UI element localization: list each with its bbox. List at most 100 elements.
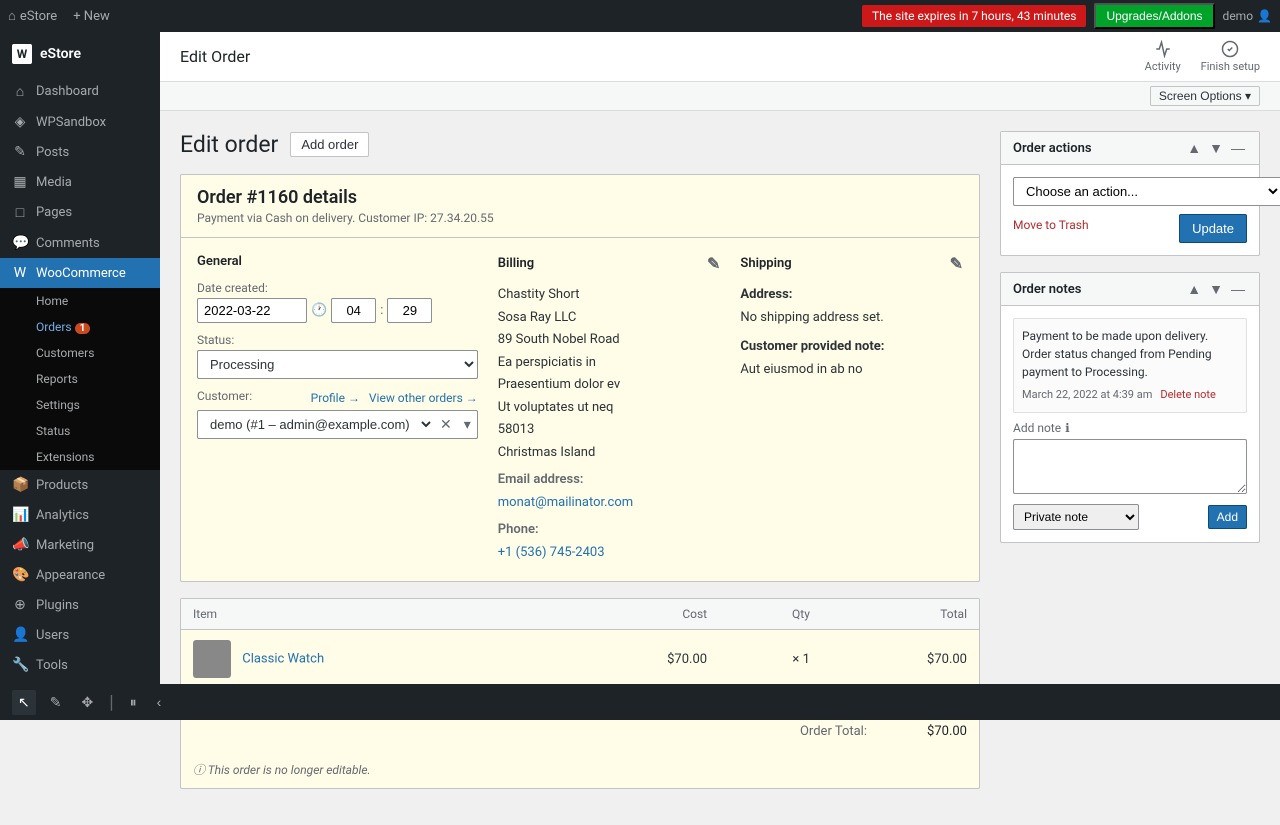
time-separator: : — [380, 303, 383, 318]
order-actions-panel-body: Choose an action... Email invoice / orde… — [1001, 165, 1259, 255]
sidebar-subitem-customers[interactable]: Customers — [0, 340, 160, 366]
action-select[interactable]: Choose an action... Email invoice / orde… — [1013, 177, 1280, 206]
admin-bar-new[interactable]: + New — [73, 9, 110, 24]
item-name-link[interactable]: Classic Watch — [242, 651, 324, 666]
sidebar-label-woocommerce: WooCommerce — [36, 266, 126, 281]
move-to-trash-link[interactable]: Move to Trash — [1013, 218, 1089, 232]
panel-collapse-down-btn[interactable]: ▼ — [1207, 140, 1225, 156]
update-button[interactable]: Update — [1179, 214, 1247, 243]
sidebar-subitem-home[interactable]: Home — [0, 288, 160, 314]
sidebar-subitem-settings[interactable]: Settings — [0, 392, 160, 418]
billing-email[interactable]: monat@mailinator.com — [498, 495, 633, 510]
sidebar-subitem-status[interactable]: Status — [0, 418, 160, 444]
plugins-icon: ⊕ — [12, 597, 28, 613]
info-icon: ⓘ — [193, 763, 205, 777]
billing-info: Chastity Short Sosa Ray LLC 89 South Nob… — [498, 285, 721, 562]
sidebar-item-analytics[interactable]: 📊 Analytics — [0, 500, 160, 530]
date-row: 🕐 : — [197, 298, 478, 323]
date-field-group: Date created: 🕐 : — [197, 281, 478, 323]
note-type-select[interactable]: Private note Note to customer — [1013, 504, 1139, 530]
home-icon: ⌂ — [8, 8, 16, 24]
sidebar-label-marketing: Marketing — [36, 538, 94, 553]
note-textarea[interactable] — [1013, 439, 1247, 494]
sidebar-item-media[interactable]: ▦ Media — [0, 167, 160, 197]
status-select[interactable]: Pending payment Processing On hold Compl… — [197, 350, 478, 379]
sidebar-subitem-extensions[interactable]: Extensions — [0, 444, 160, 470]
customer-select[interactable]: demo (#1 – admin@example.com) — [198, 411, 434, 438]
sidebar-item-plugins[interactable]: ⊕ Plugins — [0, 590, 160, 620]
table-row: Classic Watch $70.00 × 1 $70.00 — [181, 630, 979, 689]
minute-input[interactable] — [387, 298, 432, 323]
shipping-edit-icon[interactable]: ✎ — [950, 254, 963, 273]
activity-button[interactable]: Activity — [1145, 40, 1181, 73]
delete-note-link[interactable]: Delete note — [1160, 387, 1216, 404]
sidebar-item-appearance[interactable]: 🎨 Appearance — [0, 560, 160, 590]
toolbar-edit-button[interactable]: ✎ — [44, 690, 68, 715]
woocommerce-submenu: Home Orders 1 Customers Reports Settings… — [0, 288, 160, 470]
add-note-button[interactable]: Add — [1208, 505, 1247, 529]
sidebar-item-woocommerce[interactable]: W WooCommerce — [0, 258, 160, 288]
order-columns: General Date created: 🕐 : — [181, 238, 979, 581]
item-cell: Classic Watch — [181, 630, 562, 689]
sidebar-logo[interactable]: W eStore — [0, 32, 160, 72]
billing-address3: Praesentium dolor ev — [498, 375, 721, 395]
sidebar-item-pages[interactable]: □ Pages — [0, 197, 160, 228]
add-note-label: Add note ℹ — [1013, 421, 1247, 435]
notes-panel-up-btn[interactable]: ▲ — [1185, 281, 1203, 297]
view-orders-link[interactable]: View other orders → — [369, 391, 478, 405]
sidebar-item-dashboard[interactable]: ⌂ Dashboard — [0, 76, 160, 107]
remove-customer-button[interactable]: ✕ — [434, 412, 458, 437]
note-meta: March 22, 2022 at 4:39 am Delete note — [1022, 387, 1238, 404]
page-header-title: Edit Order — [180, 47, 250, 66]
note-text: Payment to be made upon delivery. Order … — [1022, 327, 1238, 381]
sidebar-item-marketing[interactable]: 📣 Marketing — [0, 530, 160, 560]
billing-edit-icon[interactable]: ✎ — [707, 254, 720, 273]
customer-dropdown-btn[interactable]: ▾ — [458, 412, 477, 437]
notes-panel-down-btn[interactable]: ▼ — [1207, 281, 1225, 297]
toolbar-pointer-button[interactable]: ↖ — [12, 690, 36, 715]
sidebar: W eStore ⌂ Dashboard ◈ WPSandbox ✎ Posts… — [0, 32, 160, 720]
sidebar-subitem-reports[interactable]: Reports — [0, 366, 160, 392]
toolbar-pause-button[interactable]: ⏸ — [124, 690, 143, 715]
date-input[interactable] — [197, 298, 307, 323]
sidebar-item-comments[interactable]: 💬 Comments — [0, 228, 160, 258]
sidebar-item-wpsandbox[interactable]: ◈ WPSandbox — [0, 107, 160, 137]
sidebar-subitem-orders[interactable]: Orders 1 — [0, 314, 160, 340]
total-value: $70.00 — [887, 724, 967, 739]
sidebar-item-tools[interactable]: 🔧 Tools — [0, 650, 160, 680]
admin-bar-site-name[interactable]: ⌂ eStore — [8, 8, 57, 24]
user-icon: 👤 — [1257, 9, 1272, 23]
screen-options-button[interactable]: Screen Options ▾ — [1150, 86, 1260, 106]
marketing-icon: 📣 — [12, 537, 28, 553]
toolbar-move-button[interactable]: ✥ — [75, 690, 99, 715]
bottom-toolbar: ↖ ✎ ✥ | ⏸ ‹ — [0, 684, 1280, 720]
shipping-column: Shipping ✎ Address: No shipping address … — [740, 254, 963, 565]
toolbar-collapse-button[interactable]: ‹ — [151, 690, 168, 714]
profile-link[interactable]: Profile → — [311, 391, 360, 405]
notes-panel-minimize-btn[interactable]: — — [1229, 281, 1247, 297]
site-logo-icon: W — [12, 44, 32, 64]
items-table: Item Cost Qty Total Classic Watch — [181, 599, 979, 689]
sidebar-item-products[interactable]: 📦 Products — [0, 470, 160, 500]
panel-minimize-btn[interactable]: — — [1229, 140, 1247, 156]
finish-setup-button[interactable]: Finish setup — [1201, 40, 1260, 73]
panel-collapse-up-btn[interactable]: ▲ — [1185, 140, 1203, 156]
sidebar-item-posts[interactable]: ✎ Posts — [0, 137, 160, 167]
upgrade-button[interactable]: Upgrades/Addons — [1094, 3, 1214, 29]
sidebar-label-comments: Comments — [36, 236, 100, 251]
dashboard-icon: ⌂ — [12, 83, 28, 100]
billing-phone[interactable]: +1 (536) 745-2403 — [498, 545, 605, 560]
total-row: Order Total: $70.00 — [193, 720, 967, 743]
edit-order-header: Edit order Add order — [180, 131, 980, 158]
billing-phone-label: Phone: — [498, 520, 721, 540]
toolbar-divider: | — [109, 692, 113, 713]
item-cost: $70.00 — [562, 630, 719, 689]
note-timestamp: March 22, 2022 at 4:39 am — [1022, 387, 1152, 404]
sidebar-item-users[interactable]: 👤 Users — [0, 620, 160, 650]
clock-icon: 🕐 — [311, 303, 327, 318]
hour-input[interactable] — [331, 298, 376, 323]
item-total: $70.00 — [822, 630, 979, 689]
add-order-button[interactable]: Add order — [290, 132, 369, 157]
order-details-box: Order #1160 details Payment via Cash on … — [180, 174, 980, 582]
comments-icon: 💬 — [12, 235, 28, 251]
